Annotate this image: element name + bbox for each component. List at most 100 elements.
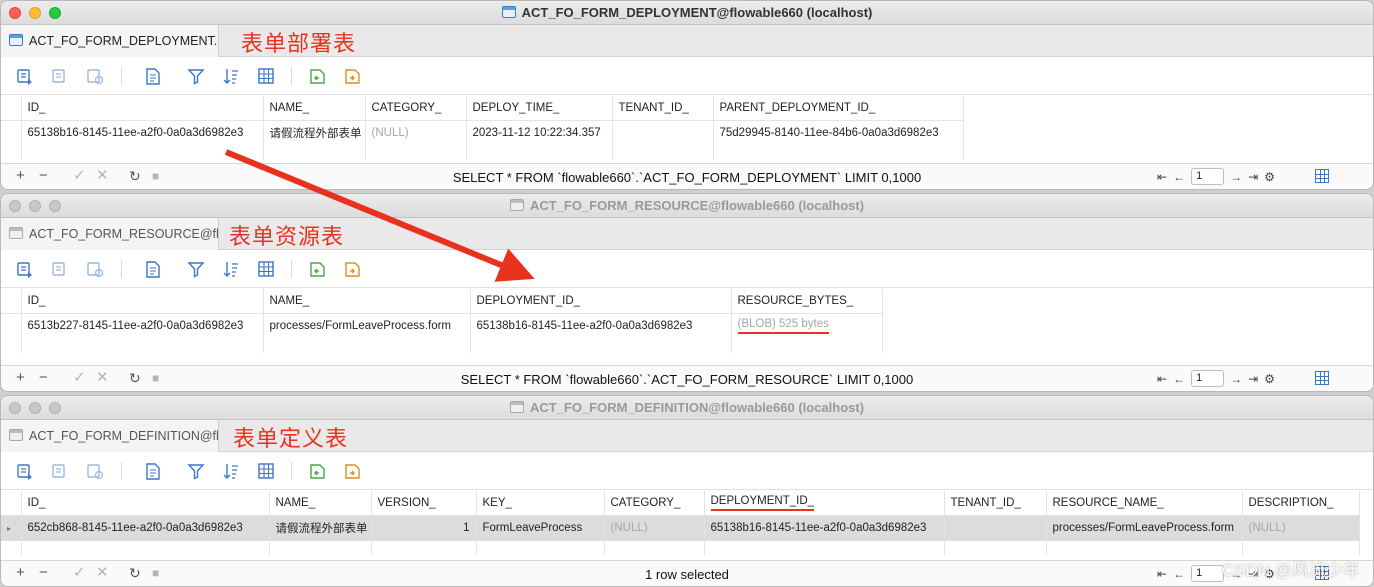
window-titlebar[interactable]: ACT_FO_FORM_DEFINITION@flowable660 (loca… [1, 396, 1373, 420]
table-cell[interactable]: 75d29945-8140-11ee-84b6-0a0a3d6982e3 [713, 120, 964, 146]
table-cell[interactable]: 请假流程外部表单 [269, 515, 372, 541]
table-row[interactable]: 65138b16-8145-11ee-a2f0-0a0a3d6982e3 请假流程… [1, 120, 964, 146]
apply-button[interactable]: ✓ [73, 565, 86, 581]
close-button[interactable] [9, 7, 21, 19]
delete-row-button[interactable]: − [39, 565, 48, 581]
grid-icon[interactable] [256, 66, 276, 86]
first-page-icon[interactable]: ⇤ [1157, 371, 1167, 387]
minimize-button[interactable] [29, 7, 41, 19]
close-button[interactable] [9, 200, 21, 212]
close-button[interactable] [9, 402, 21, 414]
discard-button[interactable]: ✕ [96, 565, 109, 581]
column-header[interactable]: CATEGORY_ [365, 96, 467, 121]
zoom-button[interactable] [49, 402, 61, 414]
column-header[interactable]: NAME_ [269, 491, 372, 516]
column-header[interactable]: DEPLOYMENT_ID_ [470, 289, 732, 314]
column-header[interactable]: ID_ [21, 96, 264, 121]
table-cell[interactable]: 652cb868-8145-11ee-a2f0-0a0a3d6982e3 [21, 515, 270, 541]
export-data-icon[interactable] [50, 66, 70, 86]
begin-transaction-icon[interactable] [307, 461, 327, 481]
grid-icon[interactable] [256, 259, 276, 279]
tab-table[interactable]: ACT_FO_FORM_RESOURCE@fl... [1, 218, 219, 250]
import-data-icon[interactable] [15, 66, 35, 86]
discard-button[interactable]: ✕ [96, 370, 109, 386]
filter-icon[interactable] [186, 461, 206, 481]
window-titlebar[interactable]: ACT_FO_FORM_RESOURCE@flowable660 (localh… [1, 194, 1373, 218]
prev-page-icon[interactable]: ← [1173, 566, 1185, 582]
first-page-icon[interactable]: ⇤ [1157, 566, 1167, 582]
column-header[interactable]: VERSION_ [371, 491, 477, 516]
table-row[interactable]: 6513b227-8145-11ee-a2f0-0a0a3d6982e3 proc… [1, 313, 883, 339]
column-header[interactable]: TENANT_ID_ [944, 491, 1047, 516]
add-row-button[interactable]: + [16, 168, 25, 184]
page-number-input[interactable]: 1 [1191, 565, 1225, 582]
add-row-button[interactable]: + [16, 370, 25, 386]
refresh-icon[interactable]: ↻ [129, 370, 141, 386]
refresh-data-icon[interactable] [85, 66, 105, 86]
table-cell[interactable] [612, 120, 714, 146]
apply-button[interactable]: ✓ [73, 370, 86, 386]
table-cell[interactable]: 1 [371, 515, 477, 541]
stop-icon[interactable]: ■ [152, 370, 159, 386]
last-page-icon[interactable]: ⇥ [1248, 371, 1258, 387]
grid-view-icon[interactable] [1315, 371, 1329, 385]
commit-transaction-icon[interactable] [342, 259, 362, 279]
last-page-icon[interactable]: ⇥ [1248, 169, 1258, 185]
table-cell[interactable] [944, 515, 1047, 541]
column-header[interactable]: DEPLOYMENT_ID_ [704, 491, 945, 516]
begin-transaction-icon[interactable] [307, 259, 327, 279]
zoom-button[interactable] [49, 7, 61, 19]
column-header[interactable]: TENANT_ID_ [612, 96, 714, 121]
refresh-icon[interactable]: ↻ [129, 168, 141, 184]
gear-icon[interactable]: ⚙ [1264, 169, 1275, 185]
text-view-icon[interactable] [143, 66, 163, 86]
window-titlebar[interactable]: ACT_FO_FORM_DEPLOYMENT@flowable660 (loca… [1, 1, 1373, 25]
add-row-button[interactable]: + [16, 565, 25, 581]
first-page-icon[interactable]: ⇤ [1157, 169, 1167, 185]
tab-table[interactable]: ACT_FO_FORM_DEFINITION@fl... [1, 420, 219, 452]
refresh-data-icon[interactable] [85, 259, 105, 279]
table-cell[interactable]: 2023-11-12 10:22:34.357 [466, 120, 613, 146]
column-header[interactable]: KEY_ [476, 491, 605, 516]
filter-icon[interactable] [186, 259, 206, 279]
row-gutter[interactable] [1, 313, 22, 339]
column-header[interactable]: PARENT_DEPLOYMENT_ID_ [713, 96, 964, 121]
commit-transaction-icon[interactable] [342, 461, 362, 481]
table-cell[interactable]: 65138b16-8145-11ee-a2f0-0a0a3d6982e3 [470, 313, 732, 339]
table-cell[interactable]: (NULL) [365, 120, 467, 146]
export-data-icon[interactable] [50, 461, 70, 481]
gear-icon[interactable]: ⚙ [1264, 371, 1275, 387]
filter-icon[interactable] [186, 66, 206, 86]
table-cell[interactable]: (BLOB) 525 bytes [731, 313, 883, 339]
column-header[interactable]: DESCRIPTION_ [1242, 491, 1360, 516]
page-number-input[interactable]: 1 [1191, 370, 1225, 387]
next-page-icon[interactable]: → [1230, 169, 1242, 185]
table-cell[interactable]: (NULL) [604, 515, 705, 541]
table-cell[interactable]: processes/FormLeaveProcess.form [263, 313, 471, 339]
apply-button[interactable]: ✓ [73, 168, 86, 184]
column-header[interactable]: ID_ [21, 491, 270, 516]
table-cell[interactable]: processes/FormLeaveProcess.form [1046, 515, 1243, 541]
sort-icon[interactable] [221, 66, 241, 86]
begin-transaction-icon[interactable] [307, 66, 327, 86]
table-cell[interactable]: 请假流程外部表单 [263, 120, 366, 146]
prev-page-icon[interactable]: ← [1173, 371, 1185, 387]
import-data-icon[interactable] [15, 461, 35, 481]
commit-transaction-icon[interactable] [342, 66, 362, 86]
sort-icon[interactable] [221, 461, 241, 481]
refresh-data-icon[interactable] [85, 461, 105, 481]
next-page-icon[interactable]: → [1230, 371, 1242, 387]
column-header[interactable]: NAME_ [263, 96, 366, 121]
export-data-icon[interactable] [50, 259, 70, 279]
zoom-button[interactable] [49, 200, 61, 212]
text-view-icon[interactable] [143, 461, 163, 481]
table-cell[interactable]: FormLeaveProcess [476, 515, 605, 541]
column-header[interactable]: RESOURCE_BYTES_ [731, 289, 883, 314]
table-cell[interactable]: (NULL) [1242, 515, 1360, 541]
row-gutter[interactable]: ▸ [1, 515, 22, 541]
tab-table[interactable]: ACT_FO_FORM_DEPLOYMENT... [1, 25, 219, 57]
text-view-icon[interactable] [143, 259, 163, 279]
page-number-input[interactable]: 1 [1191, 168, 1225, 185]
column-header[interactable]: NAME_ [263, 289, 471, 314]
import-data-icon[interactable] [15, 259, 35, 279]
